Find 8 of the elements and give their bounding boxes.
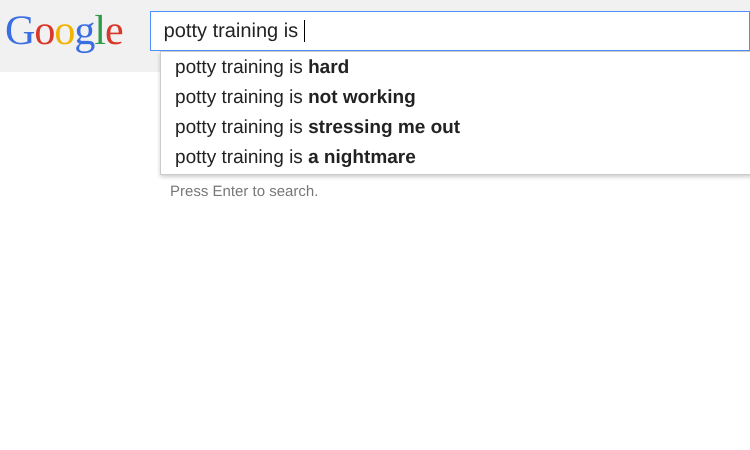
search-field[interactable]: potty training is bbox=[150, 11, 750, 51]
text-cursor-icon bbox=[304, 20, 306, 42]
hint-text: Press Enter to search. bbox=[170, 182, 318, 202]
suggestion-item[interactable]: potty training is hard bbox=[161, 53, 750, 83]
suggestion-item[interactable]: potty training is not working bbox=[161, 83, 750, 113]
logo[interactable]: Google bbox=[5, 10, 123, 52]
suggestion-item[interactable]: potty training is stressing me out bbox=[161, 113, 750, 143]
suggestion-item[interactable]: potty training is a nightmare bbox=[161, 143, 750, 173]
